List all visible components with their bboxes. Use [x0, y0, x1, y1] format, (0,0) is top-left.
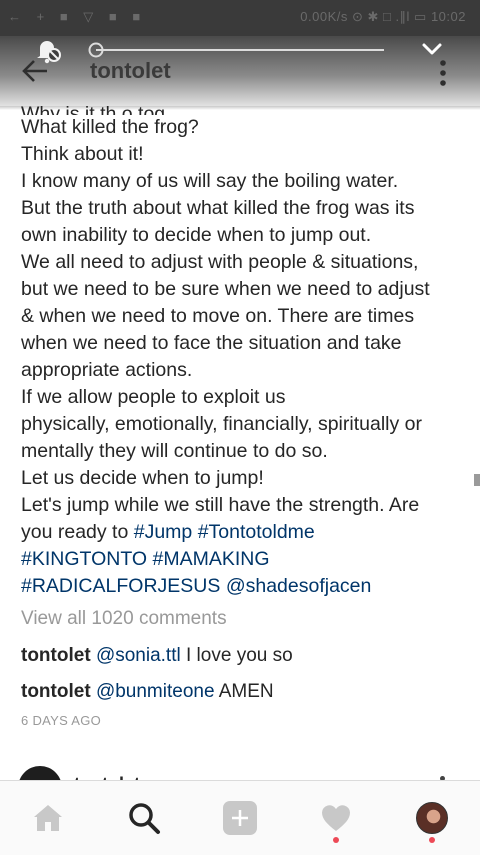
post-timestamp: 6 DAYS AGO: [21, 713, 102, 728]
back-arrow-icon[interactable]: [20, 56, 50, 86]
caption-line: But the truth about what killed the frog…: [21, 197, 415, 219]
comment-text: I love you so: [180, 645, 293, 666]
heart-icon: [322, 805, 350, 831]
caption-line: but we need to be sure when we need to a…: [21, 278, 430, 300]
media-seek-bar[interactable]: [88, 42, 384, 58]
hashtag-mamaking[interactable]: #MAMAKING: [152, 548, 269, 570]
home-icon: [34, 805, 62, 831]
tab-add[interactable]: [192, 781, 288, 855]
caption-tag-line-1: you ready to #Jump #Tontotoldme: [21, 519, 466, 546]
caption-line: If we allow people to exploit us: [21, 386, 286, 408]
caption-line: Let's jump while we still have the stren…: [21, 494, 420, 516]
status-left-icons: ← + ■ ▽ ■ ■: [8, 9, 147, 24]
caption-line: & when we need to move on. There are tim…: [21, 305, 415, 327]
more-options-icon[interactable]: [438, 58, 448, 88]
caption-line: appropriate actions.: [21, 359, 193, 381]
post-caption: What killed the frog? Think about it! I kn…: [21, 103, 466, 600]
caption-line: Think about it!: [21, 143, 144, 165]
caption-line: own inability to decide when to jump out…: [21, 224, 372, 246]
caption-line: We all need to adjust with people & situ…: [21, 251, 419, 273]
hashtag-radicalforjesus[interactable]: #RADICALFORJESUS: [21, 575, 220, 597]
comment-mention[interactable]: @sonia.ttl: [96, 645, 181, 666]
profile-avatar: [416, 802, 448, 834]
caption-line: mentally they will continue to do so.: [21, 440, 328, 462]
hashtag-tontotoldme[interactable]: #Tontotoldme: [198, 521, 315, 543]
add-post-icon: [223, 801, 257, 835]
hashtag-jump[interactable]: #Jump: [134, 521, 193, 543]
tab-search[interactable]: [96, 781, 192, 855]
header-username[interactable]: tontolet: [90, 58, 171, 84]
tab-profile[interactable]: [384, 781, 480, 855]
comment-username[interactable]: tontolet: [21, 645, 91, 666]
search-icon: [129, 803, 160, 834]
post-header: tontolet: [0, 36, 480, 108]
comment-mention[interactable]: @bunmiteone: [96, 681, 215, 702]
caption-line: Let us decide when to jump!: [21, 467, 264, 489]
chevron-down-icon[interactable]: [420, 38, 444, 60]
mention-shadesofjacen[interactable]: @shadesofjacen: [226, 575, 372, 597]
comment-username[interactable]: tontolet: [21, 681, 91, 702]
comment-text: AMEN: [214, 681, 274, 702]
status-bar: ← + ■ ▽ ■ ■ 0.00K/s ⊙ ✱ □ .∥l ▭ 10:02: [0, 0, 480, 36]
caption-tag-line-3: #RADICALFORJESUS @shadesofjacen: [21, 573, 466, 600]
hashtag-kingtonto[interactable]: #KINGTONTO: [21, 548, 147, 570]
caption-line: physically, emotionally, financially, sp…: [21, 413, 422, 435]
status-right-info: 0.00K/s ⊙ ✱ □ .∥l ▭ 10:02: [300, 9, 466, 24]
caption-tag-line-2: #KINGTONTO #MAMAKING: [21, 546, 466, 573]
comment-row: tontolet @bunmiteone AMEN: [21, 681, 274, 703]
caption-text: you ready to: [21, 521, 134, 543]
caption-clipped-line: Why is it th o tog: [21, 103, 166, 115]
bottom-tab-bar: [0, 780, 480, 855]
comment-row: tontolet @sonia.ttl I love you so: [21, 645, 293, 667]
caption-line: What killed the frog?: [21, 116, 199, 138]
tab-activity[interactable]: [288, 781, 384, 855]
tab-home[interactable]: [0, 781, 96, 855]
caption-line: I know many of us will say the boiling w…: [21, 170, 399, 192]
activity-notification-dot: [333, 837, 339, 843]
caption-line: when we need to face the situation and t…: [21, 332, 402, 354]
view-all-comments-link[interactable]: View all 1020 comments: [21, 608, 227, 630]
scrollbar-thumb[interactable]: [474, 474, 480, 486]
profile-notification-dot: [429, 837, 435, 843]
